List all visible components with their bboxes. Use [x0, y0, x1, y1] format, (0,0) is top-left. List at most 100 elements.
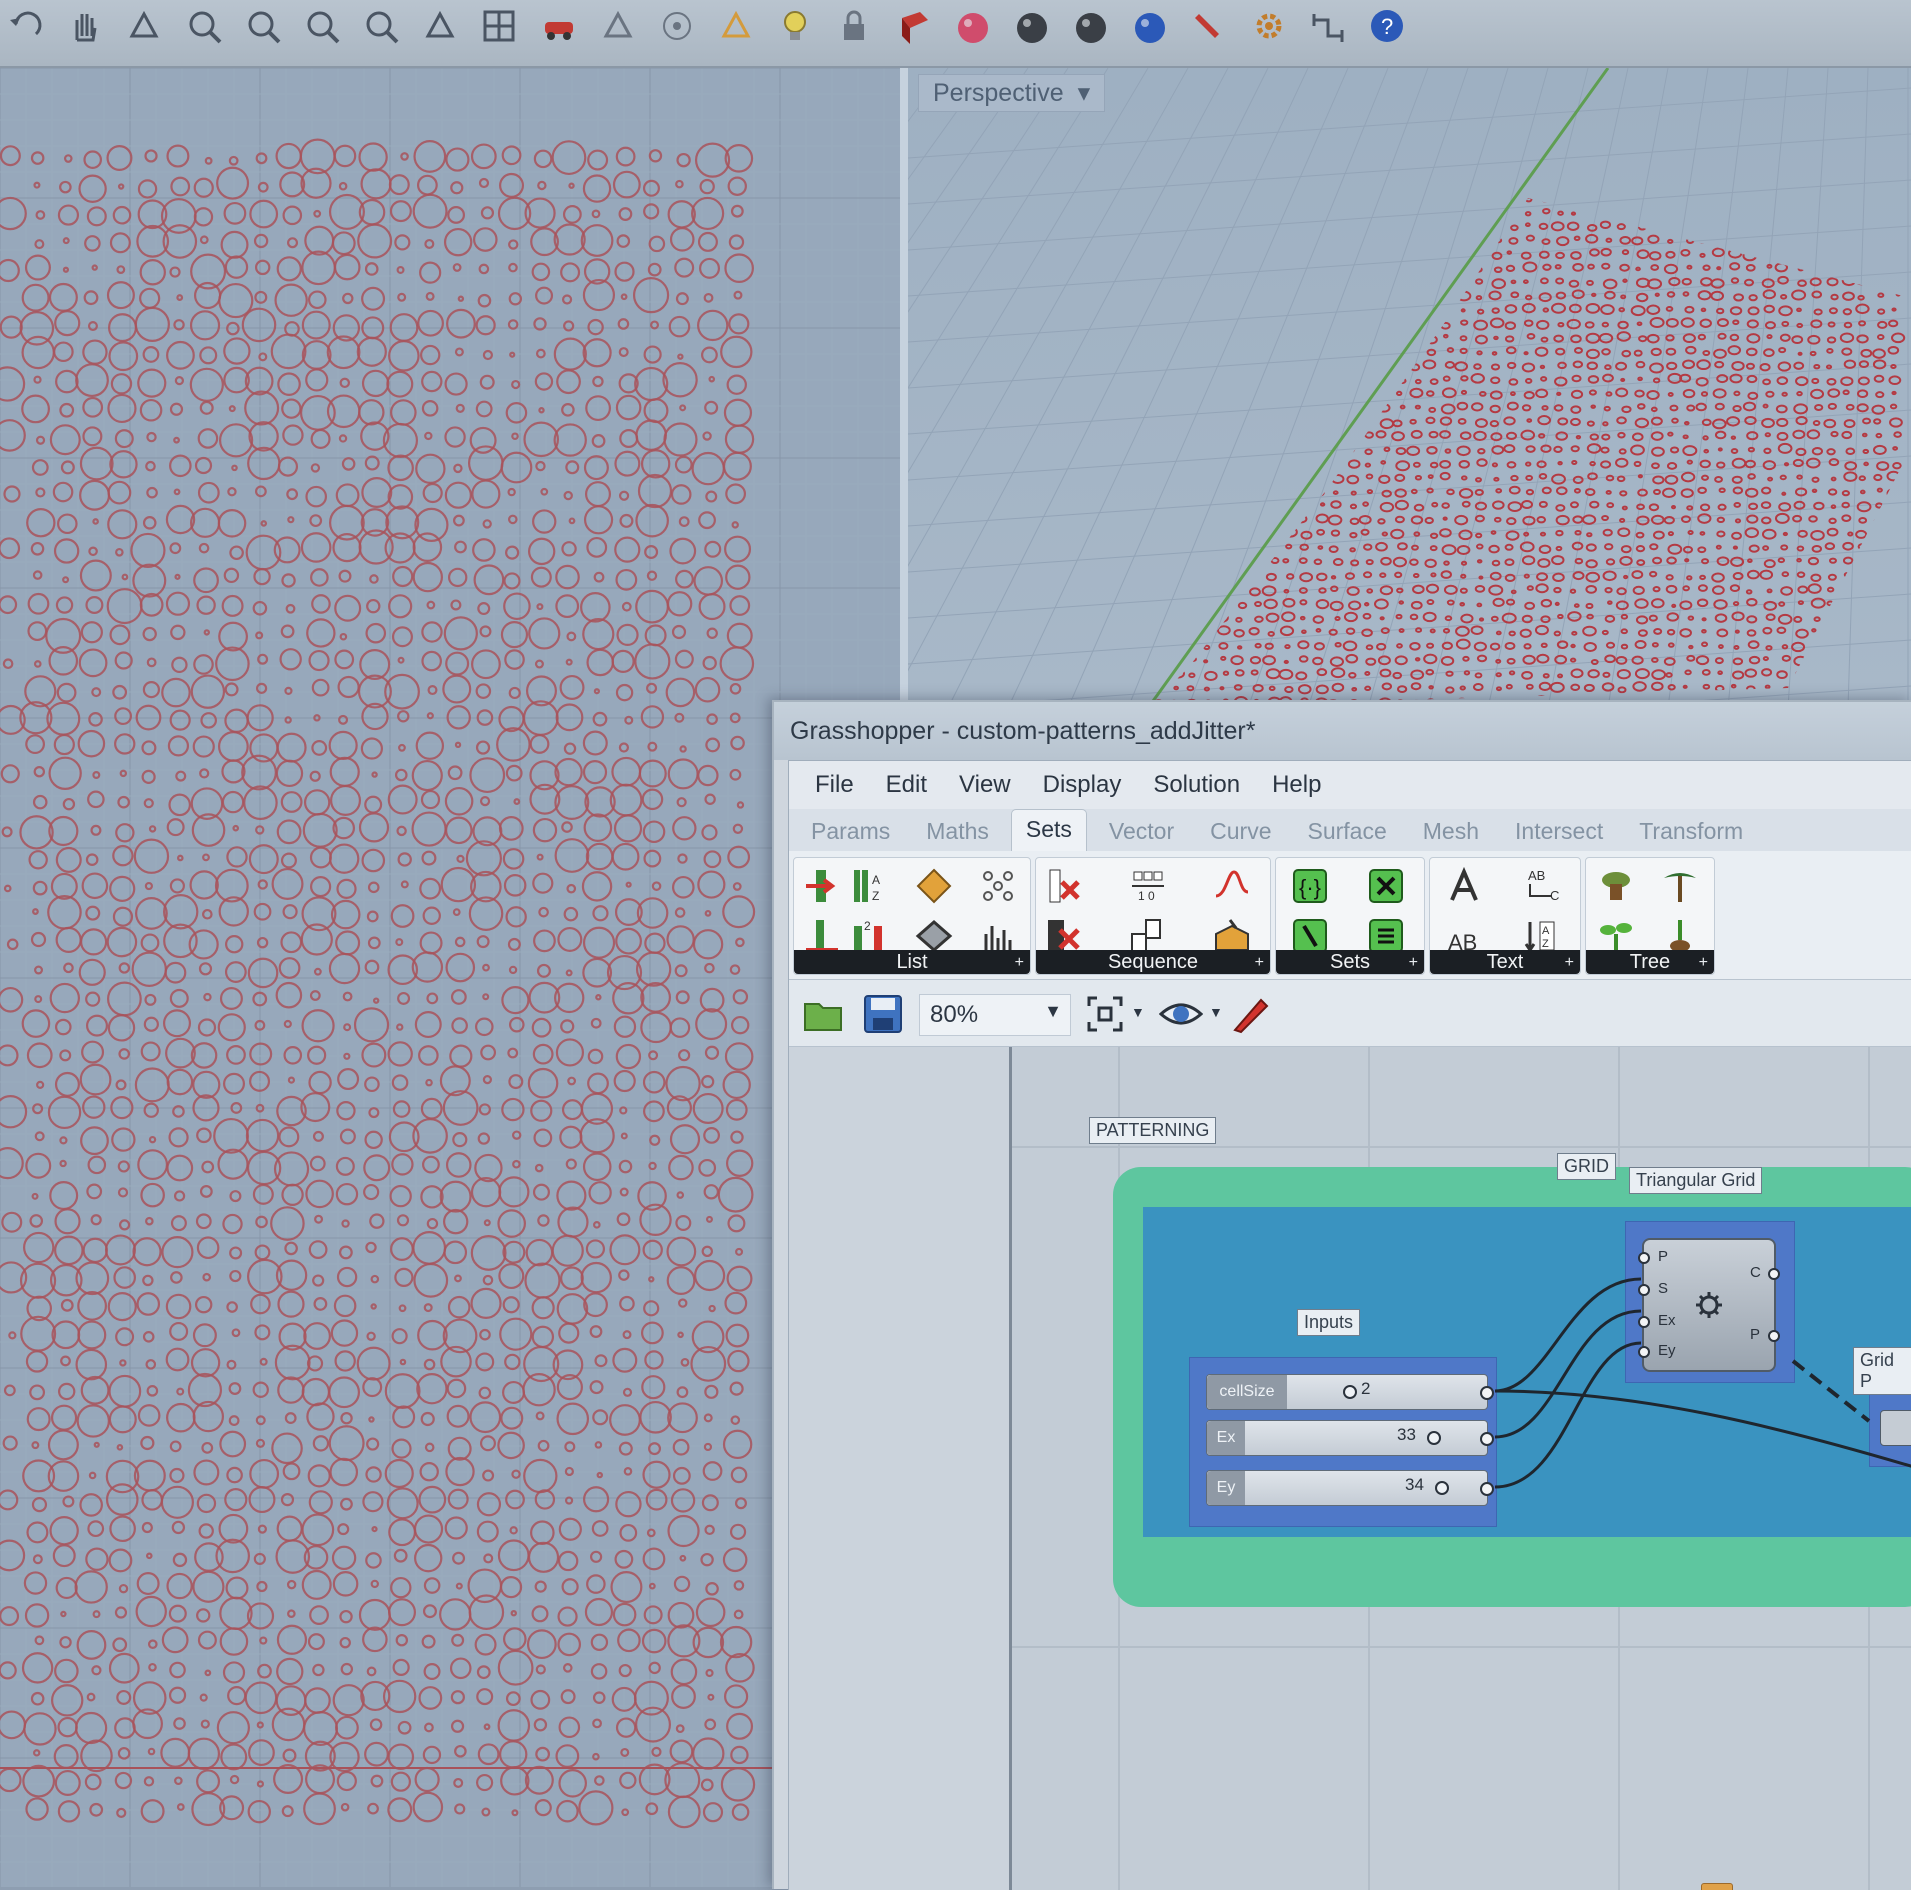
four-viewports-icon[interactable] [477, 4, 521, 48]
menu-solution[interactable]: Solution [1153, 771, 1240, 799]
zoom-dynamic-icon[interactable] [182, 4, 226, 48]
tab-surface[interactable]: Surface [1294, 818, 1401, 851]
panel-tree: Tree + [1585, 857, 1715, 975]
chevron-down-icon[interactable]: ▼ [1044, 1001, 1062, 1022]
expand-panel-icon[interactable]: + [1255, 954, 1264, 972]
list-item-icon[interactable] [802, 866, 842, 906]
dispatch-icon[interactable] [978, 866, 1018, 906]
panel-tree-title: Tree [1629, 950, 1671, 973]
expand-panel-icon[interactable]: + [1699, 954, 1708, 972]
help-icon[interactable]: ? [1365, 4, 1409, 48]
tab-vector[interactable]: Vector [1095, 818, 1188, 851]
canvas-toolbar: 80% ▼ ▼ ▼ [789, 980, 1911, 1047]
rotate-view-icon[interactable] [122, 4, 166, 48]
zoom-level-dropdown[interactable]: 80% ▼ [919, 994, 1071, 1036]
perspective-scene [908, 68, 1911, 708]
target-icon[interactable] [655, 4, 699, 48]
chevron-down-icon[interactable]: ▼ [1131, 1004, 1145, 1020]
viewport-divider[interactable] [900, 68, 908, 708]
tab-intersect[interactable]: Intersect [1501, 818, 1617, 851]
perspective-label[interactable]: Perspective ▾ [918, 74, 1106, 112]
menu-view[interactable]: View [959, 771, 1011, 799]
grasshopper-titlebar[interactable]: Grasshopper - custom-patterns_addJitter* [774, 702, 1911, 760]
svg-text:1 0: 1 0 [1138, 889, 1155, 903]
preview-eye-icon[interactable] [1158, 992, 1204, 1036]
lock-icon[interactable] [832, 4, 876, 48]
lights-icon[interactable] [714, 4, 758, 48]
open-folder-icon[interactable] [801, 992, 845, 1036]
color-wheel-icon[interactable] [951, 4, 995, 48]
car-camera-icon[interactable] [537, 4, 581, 48]
panel-list: AZ 2 List + [793, 857, 1031, 975]
tab-curve[interactable]: Curve [1196, 818, 1285, 851]
fibonacci-icon[interactable] [1212, 866, 1252, 906]
panel-list-title: List [896, 950, 928, 973]
menu-edit[interactable]: Edit [886, 771, 927, 799]
expand-panel-icon[interactable]: + [1015, 954, 1024, 972]
concatenate-icon[interactable]: AB C [1522, 866, 1562, 906]
dimension-icon[interactable] [1306, 4, 1350, 48]
series-icon[interactable]: 1 0 [1128, 866, 1168, 906]
panel-sequence: 1 0 Sequence + [1035, 857, 1271, 975]
set-union-icon[interactable]: {·} [1290, 866, 1330, 906]
tab-transform[interactable]: Transform [1625, 818, 1757, 851]
menu-file[interactable]: File [815, 771, 854, 799]
component-ribbon: AZ 2 List + 1 0 Sequence + {·} Sets + AB… [789, 851, 1911, 980]
zoom-window-icon[interactable] [241, 4, 285, 48]
set-difference-icon[interactable] [1366, 866, 1406, 906]
cull-index-icon[interactable] [1044, 866, 1084, 906]
svg-text:AB: AB [1528, 868, 1545, 883]
perspective-label-text: Perspective [933, 78, 1064, 107]
panel-tree-label: Tree + [1586, 950, 1714, 974]
shift-list-icon[interactable] [914, 866, 954, 906]
perspective-viewport[interactable]: Perspective ▾ [908, 68, 1911, 708]
svg-text:Z: Z [1542, 938, 1549, 950]
chevron-down-icon[interactable]: ▾ [1078, 78, 1091, 108]
tab-sets[interactable]: Sets [1010, 809, 1087, 851]
chevron-down-icon[interactable]: ▼ [1209, 1004, 1223, 1020]
tab-params[interactable]: Params [797, 818, 904, 851]
svg-text:?: ? [1381, 14, 1393, 39]
pan-hand-icon[interactable] [63, 4, 107, 48]
display-options-icon[interactable] [596, 4, 640, 48]
lightbulb-icon[interactable] [773, 4, 817, 48]
svg-text:{·}: {·} [1299, 875, 1321, 900]
menu-help[interactable]: Help [1272, 771, 1321, 799]
sketch-pen-icon[interactable] [1229, 992, 1273, 1036]
grasshopper-window: Grasshopper - custom-patterns_addJitter*… [772, 700, 1911, 1890]
rotate-icon[interactable] [418, 4, 462, 48]
expand-panel-icon[interactable]: + [1409, 954, 1418, 972]
component-tabs: Params Maths Sets Vector Curve Surface M… [789, 809, 1911, 852]
gear-settings-icon[interactable] [1247, 4, 1291, 48]
zoom-extents-icon[interactable] [300, 4, 344, 48]
tab-mesh[interactable]: Mesh [1409, 818, 1493, 851]
panel-sets: {·} Sets + [1275, 857, 1425, 975]
grasshopper-canvas[interactable]: PATTERNING GRID cellSize 2 Ex 33 Ey 34 I… [789, 1047, 1911, 1890]
panel-sets-title: Sets [1329, 950, 1371, 973]
zoom-extents-icon[interactable] [1083, 992, 1127, 1036]
save-icon[interactable] [861, 992, 905, 1036]
text-fragment-icon[interactable] [1444, 866, 1484, 906]
render-book-icon[interactable] [892, 4, 936, 48]
rhino-toolbar: ? [0, 0, 1911, 68]
svg-text:Z: Z [872, 889, 879, 903]
tree-stump-icon[interactable] [1596, 866, 1636, 906]
expand-panel-icon[interactable]: + [1565, 954, 1574, 972]
panel-text-label: Text + [1430, 950, 1580, 974]
menu-display[interactable]: Display [1043, 771, 1122, 799]
sort-list-icon[interactable]: AZ [850, 866, 890, 906]
zoom-selected-icon[interactable] [359, 4, 403, 48]
rendered-sphere-icon[interactable] [1069, 4, 1113, 48]
tab-maths[interactable]: Maths [912, 818, 1003, 851]
marker-icon[interactable] [1187, 4, 1231, 48]
panel-list-label: List + [794, 950, 1030, 974]
shaded-sphere-icon[interactable] [1010, 4, 1054, 48]
panel-sequence-title: Sequence [1107, 950, 1199, 973]
svg-text:A: A [1542, 925, 1550, 937]
top-viewport[interactable] [0, 68, 900, 1887]
panel-sequence-label: Sequence + [1036, 950, 1270, 974]
wires [1494, 1277, 1911, 1489]
undo-icon[interactable] [4, 4, 48, 48]
palm-tree-icon[interactable] [1660, 866, 1700, 906]
blue-sphere-icon[interactable] [1128, 4, 1172, 48]
